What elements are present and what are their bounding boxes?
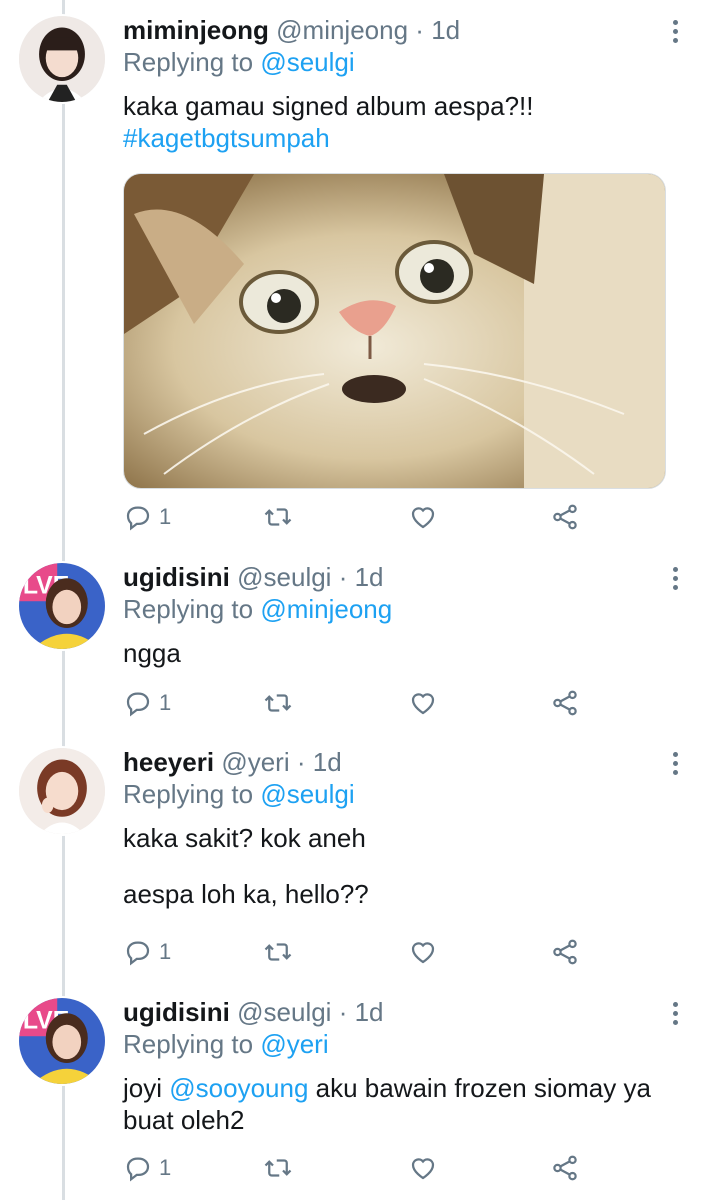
handle[interactable]: @minjeong [276,15,408,45]
reply-icon [126,941,150,966]
retweet-icon [264,943,292,961]
retweet-icon [264,508,292,526]
mention-link[interactable]: @sooyoung [169,1073,308,1103]
reply-count: 1 [159,939,172,964]
timestamp[interactable]: 1d [355,562,384,592]
like-icon [411,507,435,529]
handle[interactable]: @seulgi [237,997,331,1027]
tweet-text: ngga [123,638,181,668]
retweet-button[interactable] [263,1150,293,1186]
tweet-text-line-2: aespa loh ka, hello?? [123,879,369,909]
like-button[interactable] [408,499,438,535]
display-name[interactable]: heeyeri [123,747,214,777]
like-button[interactable] [408,1150,438,1186]
share-icon [553,939,577,965]
reply-count: 1 [159,504,172,529]
tweet-actions: 1 [123,685,593,721]
share-button[interactable] [550,499,580,535]
like-icon [411,693,435,715]
share-icon [553,504,577,530]
replying-to-mention[interactable]: @seulgi [260,47,354,77]
timestamp[interactable]: 1d [313,747,342,777]
tweet-text-line-1: kaka sakit? kok aneh [123,823,366,853]
avatar[interactable]: LVE [17,561,107,651]
share-button[interactable] [550,685,580,721]
share-icon [553,1155,577,1181]
separator-dot: · [296,747,306,777]
like-button[interactable] [408,685,438,721]
retweet-icon [264,694,292,712]
timestamp[interactable]: 1d [355,997,384,1027]
reply-count: 1 [159,690,172,715]
tweet-header: heeyeri @yeri · 1d [123,746,662,778]
tweet-text: kaka gamau signed album aespa?!! [123,90,662,122]
tweet-2[interactable]: LVE ugidisini @seulgi · 1d Replying to @… [0,545,722,730]
more-icon[interactable] [668,567,682,593]
timestamp[interactable]: 1d [431,15,460,45]
reply-button[interactable]: 1 [123,1150,171,1186]
tweet-text: joyi @sooyoung aku bawain frozen siomay … [123,1072,662,1136]
replying-to: Replying to @seulgi [123,778,662,810]
reply-icon [126,506,150,531]
reply-count: 1 [159,1155,172,1180]
replying-to: Replying to @seulgi [123,46,662,78]
replying-to-label: Replying to [123,47,261,77]
share-button[interactable] [550,1150,580,1186]
avatar[interactable]: LVE [17,996,107,1086]
display-name[interactable]: miminjeong [123,15,269,45]
separator-dot: · [338,562,348,592]
tweet-media-image[interactable] [123,173,666,489]
reply-button[interactable]: 1 [123,934,171,970]
avatar[interactable] [17,14,107,104]
avatar[interactable] [17,746,107,836]
tweet-text-body: kaka gamau signed album aespa?!! [123,91,534,121]
tweet-text-start: joyi [123,1073,170,1103]
more-icon[interactable] [668,1002,682,1028]
tweet-header: miminjeong @minjeong · 1d [123,14,662,46]
replying-to-mention[interactable]: @seulgi [260,779,354,809]
separator-dot: · [415,15,424,45]
tweet-hashtag-line: #kagetbgtsumpah [123,122,662,154]
tweet-actions: 1 [123,934,593,970]
tweet-actions: 1 [123,1150,593,1186]
retweet-icon [264,1159,292,1177]
reply-button[interactable]: 1 [123,499,171,535]
hashtag-link[interactable]: #kagetbgtsumpah [123,123,330,153]
like-icon [411,1158,435,1180]
more-icon[interactable] [668,752,682,778]
separator-dot: · [338,997,348,1027]
reply-icon [126,692,150,717]
share-button[interactable] [550,934,580,970]
like-icon [411,942,435,964]
tweet-actions: 1 [123,499,593,535]
replying-to-label: Replying to [123,1029,261,1059]
replying-to: Replying to @minjeong [123,593,662,625]
replying-to: Replying to @yeri [123,1028,662,1060]
retweet-button[interactable] [263,685,293,721]
retweet-button[interactable] [263,934,293,970]
replying-to-label: Replying to [123,594,261,624]
handle[interactable]: @seulgi [237,562,331,592]
like-button[interactable] [408,934,438,970]
tweet-header: ugidisini @seulgi · 1d [123,561,662,593]
share-icon [553,690,577,716]
handle[interactable]: @yeri [221,747,289,777]
display-name[interactable]: ugidisini [123,562,230,592]
tweet-1[interactable]: miminjeong @minjeong · 1d Replying to @s… [0,0,722,545]
tweet-4[interactable]: LVE ugidisini @seulgi · 1d Replying to @… [0,980,722,1200]
reply-icon [126,1157,150,1182]
replying-to-mention[interactable]: @yeri [260,1029,328,1059]
more-icon[interactable] [668,20,682,46]
reply-button[interactable]: 1 [123,685,171,721]
display-name[interactable]: ugidisini [123,997,230,1027]
retweet-button[interactable] [263,499,293,535]
tweet-3[interactable]: heeyeri @yeri · 1d Replying to @seulgi k… [0,730,722,980]
replying-to-label: Replying to [123,779,261,809]
replying-to-mention[interactable]: @minjeong [260,594,392,624]
tweet-header: ugidisini @seulgi · 1d [123,996,662,1028]
